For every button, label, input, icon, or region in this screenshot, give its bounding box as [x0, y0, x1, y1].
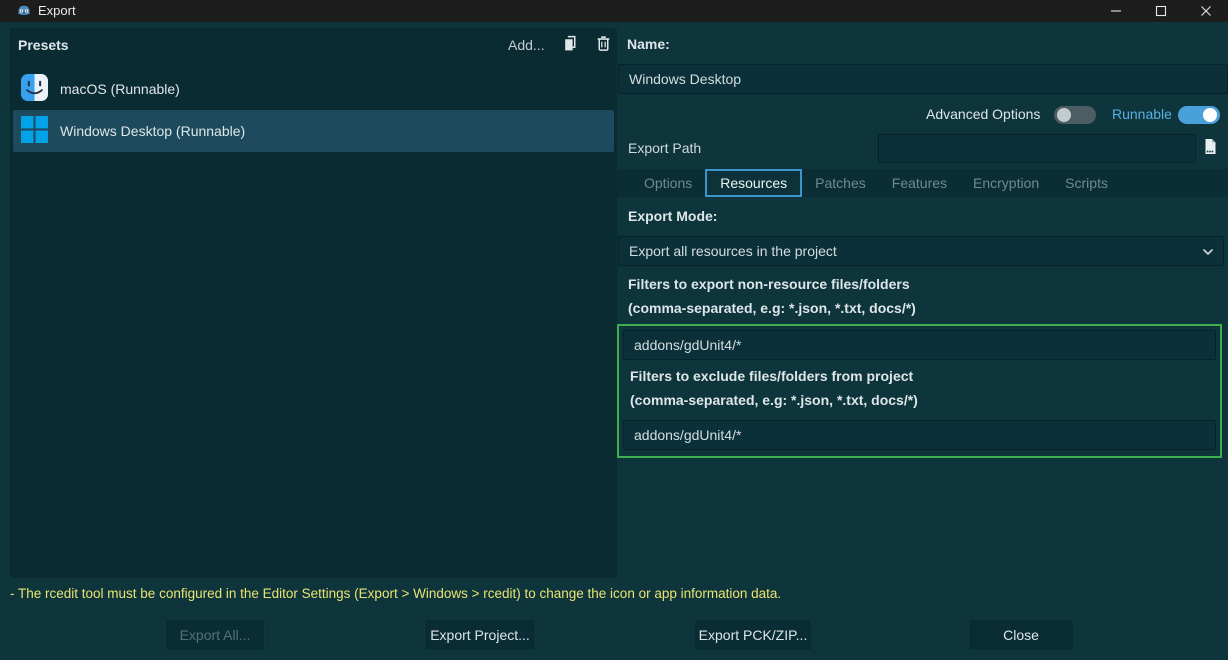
- export-project-button[interactable]: Export Project...: [424, 619, 536, 651]
- duplicate-preset-button[interactable]: [559, 35, 581, 57]
- include-filters-label: Filters to export non-resource files/fol…: [628, 276, 910, 292]
- name-label: Name:: [627, 36, 670, 52]
- maximize-button[interactable]: [1138, 0, 1183, 22]
- export-tabs: Options Resources Patches Features Encry…: [617, 169, 1228, 197]
- name-input[interactable]: [618, 64, 1228, 94]
- tab-patches[interactable]: Patches: [802, 169, 879, 197]
- close-button[interactable]: [1183, 0, 1228, 22]
- export-all-button[interactable]: Export All...: [165, 619, 265, 651]
- macos-finder-icon: [21, 74, 48, 104]
- titlebar: Export: [0, 0, 1228, 22]
- presets-header: Presets: [18, 37, 69, 53]
- export-path-label: Export Path: [628, 140, 701, 156]
- tab-options[interactable]: Options: [631, 169, 705, 197]
- include-filters-input[interactable]: [623, 330, 1216, 360]
- windows-logo-icon: [21, 116, 48, 146]
- toggle-knob: [1203, 108, 1217, 122]
- close-dialog-button[interactable]: Close: [968, 619, 1074, 651]
- preset-item-label: Windows Desktop (Runnable): [60, 123, 245, 139]
- trash-icon: [595, 35, 612, 57]
- tab-features[interactable]: Features: [879, 169, 960, 197]
- filters-highlight-box: Filters to exclude files/folders from pr…: [617, 324, 1222, 458]
- tab-resources[interactable]: Resources: [705, 169, 802, 197]
- exclude-filters-hint: (comma-separated, e.g: *.json, *.txt, do…: [630, 392, 918, 408]
- runnable-toggle[interactable]: [1178, 106, 1220, 124]
- file-browse-icon: [1202, 138, 1218, 160]
- preset-item-macos[interactable]: macOS (Runnable): [13, 68, 614, 110]
- export-dialog-window: Export Presets Add...: [0, 0, 1228, 660]
- advanced-options-label: Advanced Options: [926, 106, 1040, 122]
- duplicate-icon: [562, 35, 579, 57]
- preset-item-label: macOS (Runnable): [60, 81, 180, 97]
- presets-panel: Presets Add...: [10, 28, 617, 578]
- exclude-filters-label: Filters to exclude files/folders from pr…: [630, 368, 913, 384]
- preset-list: macOS (Runnable) Windows Desktop (Runnab…: [13, 68, 614, 152]
- delete-preset-button[interactable]: [592, 35, 614, 57]
- rcedit-warning-text: - The rcedit tool must be configured in …: [10, 586, 781, 601]
- exclude-filters-input[interactable]: [623, 420, 1216, 450]
- toggle-knob: [1057, 108, 1071, 122]
- export-mode-dropdown[interactable]: Export all resources in the project: [618, 236, 1224, 266]
- advanced-options-toggle[interactable]: [1054, 106, 1096, 124]
- export-mode-value: Export all resources in the project: [629, 243, 837, 259]
- window-controls: [1093, 0, 1228, 22]
- export-pck-zip-button[interactable]: Export PCK/ZIP...: [694, 619, 812, 651]
- chevron-down-icon: [1201, 245, 1215, 262]
- export-mode-label: Export Mode:: [628, 208, 717, 224]
- tab-scripts[interactable]: Scripts: [1052, 169, 1121, 197]
- export-path-browse-button[interactable]: [1200, 139, 1220, 159]
- godot-app-icon: [17, 4, 31, 18]
- window-title: Export: [38, 3, 76, 18]
- preset-item-windows-desktop[interactable]: Windows Desktop (Runnable): [13, 110, 614, 152]
- tab-encryption[interactable]: Encryption: [960, 169, 1052, 197]
- minimize-button[interactable]: [1093, 0, 1138, 22]
- runnable-label: Runnable: [1112, 106, 1172, 122]
- add-preset-button[interactable]: Add...: [508, 37, 545, 53]
- include-filters-hint: (comma-separated, e.g: *.json, *.txt, do…: [628, 300, 916, 316]
- export-path-input[interactable]: [878, 134, 1196, 163]
